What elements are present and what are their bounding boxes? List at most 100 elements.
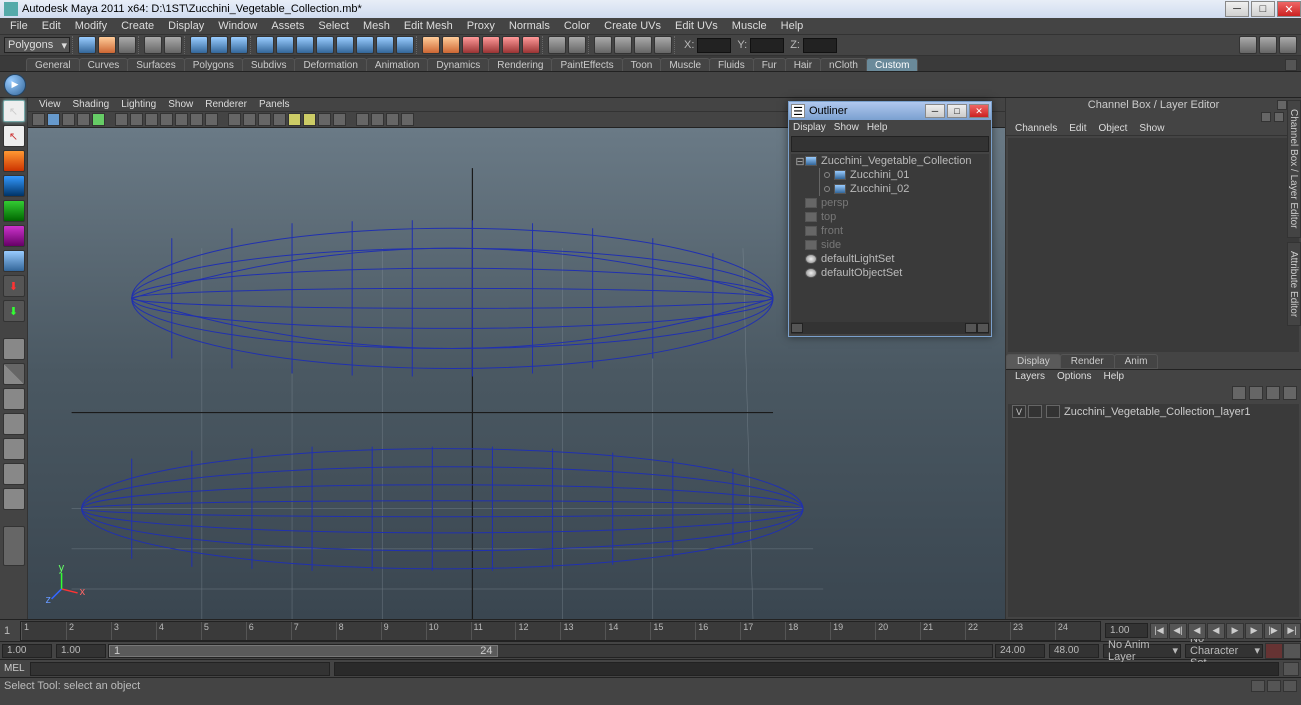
mask-curve-icon[interactable] — [296, 36, 314, 54]
shelf-options-icon[interactable] — [1285, 59, 1297, 71]
outliner-menu-show[interactable]: Show — [834, 122, 859, 133]
layer-menu-help[interactable]: Help — [1098, 371, 1129, 382]
script-editor-button[interactable] — [1283, 662, 1299, 676]
maximize-button[interactable]: □ — [1251, 1, 1275, 17]
menu-help[interactable]: Help — [775, 19, 810, 33]
vp-image-plane-icon[interactable] — [62, 113, 75, 126]
menu-file[interactable]: File — [4, 19, 34, 33]
vp-safe-title-icon[interactable] — [205, 113, 218, 126]
layout-icon-1[interactable] — [1239, 36, 1257, 54]
scroll-left-icon[interactable] — [791, 323, 803, 333]
shelf-tab-subdivs[interactable]: Subdivs — [242, 58, 296, 71]
shelf-tab-muscle[interactable]: Muscle — [660, 58, 710, 71]
command-language-label[interactable]: MEL — [0, 663, 30, 674]
layout-persp-outliner-icon[interactable] — [3, 388, 25, 410]
cb-menu-edit[interactable]: Edit — [1064, 123, 1091, 134]
snap-grid-icon[interactable] — [422, 36, 440, 54]
vp-shaded-icon[interactable] — [243, 113, 256, 126]
outliner-item[interactable]: defaultObjectSet — [791, 266, 989, 280]
rotate-tool-icon[interactable] — [3, 200, 25, 222]
layout-persp-graph-icon[interactable] — [3, 413, 25, 435]
shelf-tab-fluids[interactable]: Fluids — [709, 58, 754, 71]
menu-proxy[interactable]: Proxy — [461, 19, 501, 33]
shelf-tab-rendering[interactable]: Rendering — [488, 58, 552, 71]
outliner-item[interactable]: persp — [791, 196, 989, 210]
vp-res-gate-icon[interactable] — [145, 113, 158, 126]
shelf-tab-surfaces[interactable]: Surfaces — [127, 58, 184, 71]
time-track[interactable]: 123456789101112131415161718192021222324 — [20, 621, 1101, 641]
layer-color[interactable] — [1046, 405, 1060, 418]
character-set-dropdown[interactable]: No Character Set▾ — [1185, 644, 1263, 658]
last-tool-icon[interactable]: ⬇ — [3, 300, 25, 322]
outliner-item[interactable]: Zucchini_02 — [791, 182, 989, 196]
open-scene-icon[interactable] — [98, 36, 116, 54]
shelf-tab-custom[interactable]: Custom — [866, 58, 918, 71]
layout-icon-3[interactable] — [1279, 36, 1297, 54]
layout-script-icon[interactable] — [3, 488, 25, 510]
vp-bookmark-icon[interactable] — [47, 113, 60, 126]
time-slider[interactable]: 1 12345678910111213141516171819202122232… — [0, 619, 1301, 641]
manip-tool-icon[interactable] — [3, 250, 25, 272]
shelf-play-icon[interactable]: ▶ — [4, 74, 26, 96]
vp-high-quality-icon[interactable] — [303, 113, 316, 126]
layer-row[interactable]: V Zucchini_Vegetable_Collection_layer1 — [1008, 404, 1299, 420]
move-tool-icon[interactable] — [3, 175, 25, 197]
vp-gate-mask-icon[interactable] — [160, 113, 173, 126]
menu-assets[interactable]: Assets — [265, 19, 310, 33]
select-hierarchy-icon[interactable] — [190, 36, 208, 54]
step-back-button[interactable]: ◀ — [1188, 623, 1206, 639]
layout-single-icon[interactable] — [3, 338, 25, 360]
vp-textured-icon[interactable] — [258, 113, 271, 126]
menu-window[interactable]: Window — [212, 19, 263, 33]
vp-motion-icon[interactable] — [386, 113, 399, 126]
mask-misc-icon[interactable] — [396, 36, 414, 54]
render-view-icon[interactable] — [594, 36, 612, 54]
shelf-tab-ncloth[interactable]: nCloth — [820, 58, 867, 71]
channel-box-pin-icon[interactable] — [1277, 100, 1287, 110]
layer-new-selected-icon[interactable] — [1249, 386, 1263, 400]
mask-joint-icon[interactable] — [276, 36, 294, 54]
layer-tab-render[interactable]: Render — [1060, 354, 1115, 369]
mask-deform-icon[interactable] — [336, 36, 354, 54]
shelf-tab-dynamics[interactable]: Dynamics — [427, 58, 489, 71]
outliner-item[interactable]: defaultLightSet — [791, 252, 989, 266]
go-start-button[interactable]: |◀ — [1150, 623, 1168, 639]
shelf-tab-curves[interactable]: Curves — [79, 58, 129, 71]
range-playback-start-input[interactable]: 1.00 — [56, 644, 106, 658]
lasso-tool-icon[interactable]: ↖ — [3, 125, 25, 147]
shelf-tab-deformation[interactable]: Deformation — [294, 58, 366, 71]
save-scene-icon[interactable] — [118, 36, 136, 54]
make-live-icon[interactable] — [522, 36, 540, 54]
layout-four-icon[interactable] — [3, 363, 25, 385]
layer-new-icon[interactable] — [1232, 386, 1246, 400]
outliner-menu-display[interactable]: Display — [793, 122, 826, 133]
menu-color[interactable]: Color — [558, 19, 596, 33]
side-tab-channelbox[interactable]: Channel Box / Layer Editor — [1287, 100, 1301, 238]
redo-icon[interactable] — [164, 36, 182, 54]
close-button[interactable]: ✕ — [1277, 1, 1301, 17]
play-forward-button[interactable]: ▶ — [1226, 623, 1244, 639]
layout-persp-hyper-icon[interactable] — [3, 463, 25, 485]
outliner-item[interactable]: Zucchini_01 — [791, 168, 989, 182]
new-scene-icon[interactable] — [78, 36, 96, 54]
vp-menu-shading[interactable]: Shading — [68, 99, 115, 110]
menu-edit[interactable]: Edit — [36, 19, 67, 33]
vp-grid-icon[interactable] — [115, 113, 128, 126]
shelf-tab-fur[interactable]: Fur — [753, 58, 786, 71]
vp-2d-pan-icon[interactable] — [77, 113, 90, 126]
tool-settings-icon[interactable] — [3, 526, 25, 566]
render-globals-icon[interactable] — [654, 36, 672, 54]
select-tool-icon[interactable]: ↖ — [3, 100, 25, 122]
outliner-menu-help[interactable]: Help — [867, 122, 888, 133]
scroll-right-icon[interactable] — [965, 323, 977, 333]
shelf-tab-toon[interactable]: Toon — [622, 58, 662, 71]
outliner-maximize-button[interactable]: □ — [947, 104, 967, 118]
mask-render-icon[interactable] — [376, 36, 394, 54]
layer-down-icon[interactable] — [1283, 386, 1297, 400]
layer-display-type[interactable] — [1028, 405, 1042, 418]
paint-select-tool-icon[interactable] — [3, 150, 25, 172]
layer-menu-layers[interactable]: Layers — [1010, 371, 1050, 382]
outliner-item[interactable]: top — [791, 210, 989, 224]
menu-modify[interactable]: Modify — [69, 19, 113, 33]
scale-tool-icon[interactable] — [3, 225, 25, 247]
